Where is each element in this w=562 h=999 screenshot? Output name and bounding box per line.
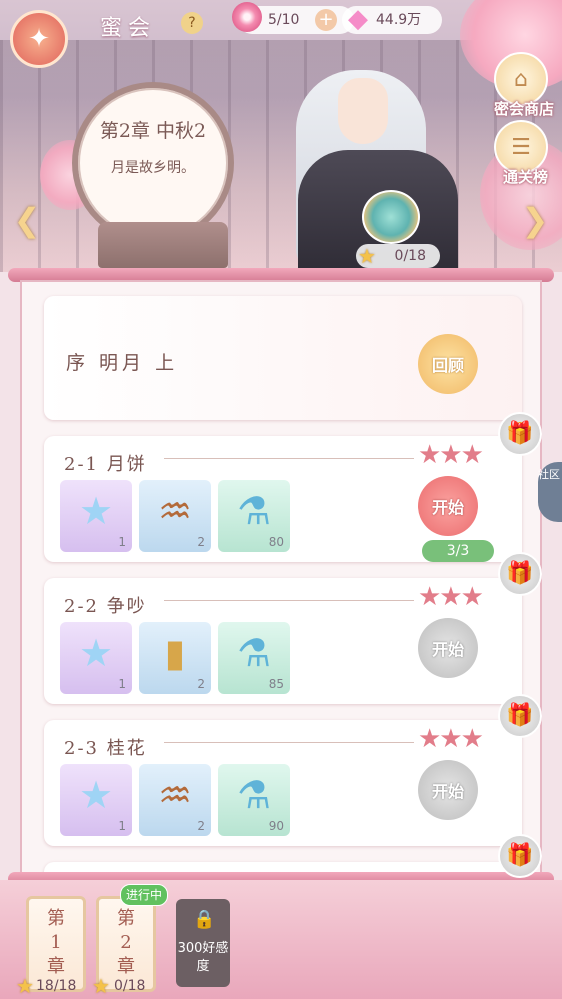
start-button[interactable]: 开始 (418, 476, 478, 536)
character-face (338, 78, 388, 144)
prologue-card: 序 明月 上 回顾 (44, 296, 522, 420)
secret-shop-label: 密会商店 (493, 100, 554, 118)
star-item-icon: ★ (78, 489, 114, 533)
prev-chapter-arrow-icon[interactable]: ❮ (12, 202, 42, 238)
reward-item[interactable]: ★ 1 (60, 764, 132, 836)
gift-icon[interactable]: 🎁 (498, 412, 542, 456)
level-card: 2-3 桂花 ★★★ ★ 1 ♒ 2 ⚗ 90 开始 (44, 720, 522, 846)
chapter-title: 第2章 中秋2 (99, 120, 207, 142)
reward-item[interactable]: ▮ 2 (139, 622, 211, 694)
level-stars: ★★★ (418, 582, 484, 612)
chapter-1-label: 第1章 (47, 908, 65, 977)
comb-icon: ♒ (157, 773, 193, 817)
prologue-label: 序 明月 上 (66, 352, 179, 374)
item-count: 2 (197, 819, 205, 833)
level-name: 2-2 争吵 (64, 596, 147, 617)
add-flower-button[interactable]: + (315, 9, 337, 31)
level-card: 2-1 月饼 ★★★ ★ 1 ♒ 2 ⚗ 80 开始 3/3 (44, 436, 522, 562)
divider (164, 458, 414, 459)
level-stars: ★★★ (418, 724, 484, 754)
gem-icon: ◆ (348, 4, 368, 34)
chapter-2-progress: 0/18 (114, 978, 146, 994)
next-chapter-arrow-icon[interactable]: ❯ (520, 202, 550, 238)
potion-icon: ⚗ (236, 631, 272, 675)
star-item-icon: ★ (78, 773, 114, 817)
in-progress-badge: 进行中 (120, 884, 168, 906)
item-count: 1 (118, 677, 126, 691)
item-count: 1 (118, 535, 126, 549)
attempts-badge: 3/3 (422, 540, 494, 562)
community-tab[interactable]: 社区 (538, 462, 562, 522)
star-item-icon: ★ (78, 631, 114, 675)
item-count: 2 (197, 677, 205, 691)
chapter-subtitle: 月是故乡明。 (111, 160, 195, 176)
favor-requirement: 300好感度 (177, 941, 229, 974)
lock-icon: 🔒 (193, 909, 216, 930)
help-icon[interactable]: ? (181, 12, 203, 34)
level-name: 2-1 月饼 (64, 454, 147, 475)
item-count: 85 (268, 677, 284, 691)
reward-item[interactable]: ⚗ 80 (218, 480, 290, 552)
star-icon: ★ (16, 974, 34, 998)
reward-item[interactable]: ★ 1 (60, 480, 132, 552)
reward-item[interactable]: ⚗ 90 (218, 764, 290, 836)
gift-icon[interactable]: 🎁 (498, 834, 542, 878)
start-button-locked[interactable]: 开始 (418, 618, 478, 678)
gift-icon[interactable]: 🎁 (498, 694, 542, 738)
level-stars: ★★★ (418, 440, 484, 470)
item-count: 2 (197, 535, 205, 549)
medallion-stand (98, 222, 228, 268)
potion-icon: ⚗ (236, 489, 272, 533)
shop-icon: ⌂ (514, 66, 528, 92)
back-arrow-icon: ✦ (28, 24, 50, 54)
start-button-locked[interactable]: 开始 (418, 760, 478, 820)
level-name: 2-3 桂花 (64, 738, 147, 759)
potion-icon: ⚗ (236, 773, 272, 817)
item-count: 90 (268, 819, 284, 833)
gift-icon[interactable]: 🎁 (498, 552, 542, 596)
review-button[interactable]: 回顾 (418, 334, 478, 394)
divider (164, 600, 414, 601)
reward-item[interactable]: ★ 1 (60, 622, 132, 694)
reward-item[interactable]: ♒ 2 (139, 480, 211, 552)
star-icon: ★ (358, 244, 376, 268)
divider (164, 742, 414, 743)
level-card: 2-2 争吵 ★★★ ★ 1 ▮ 2 ⚗ 85 开始 (44, 578, 522, 704)
chapter-2-label: 第2章 (117, 908, 135, 977)
reward-item[interactable]: ⚗ 85 (218, 622, 290, 694)
flower-count: 5/10 (268, 12, 300, 28)
community-label: 社区 (538, 468, 560, 481)
back-button[interactable]: ✦ (10, 10, 68, 68)
top-bar: ✦ 蜜会 ? 5/10 + 44.9万 ◆ (0, 0, 562, 68)
chapter-1-progress: 18/18 (36, 978, 77, 994)
page-title: 蜜会 (100, 16, 157, 41)
hairpin-icon: ▮ (164, 631, 186, 675)
flower-icon (232, 2, 262, 32)
item-count: 1 (118, 819, 126, 833)
scroll-icon: ☰ (511, 134, 531, 160)
clear-rank-label: 通关榜 (502, 168, 548, 186)
gem-count: 44.9万 (376, 12, 422, 28)
reward-item[interactable]: ♒ 2 (139, 764, 211, 836)
item-count: 80 (268, 535, 284, 549)
comb-icon: ♒ (157, 489, 193, 533)
reward-chest-icon[interactable] (362, 190, 420, 244)
level-list-panel[interactable]: 序 明月 上 回顾 2-1 月饼 ★★★ ★ 1 ♒ 2 ⚗ 80 开始 3/3 2-… (20, 280, 542, 874)
star-icon: ★ (92, 974, 110, 998)
